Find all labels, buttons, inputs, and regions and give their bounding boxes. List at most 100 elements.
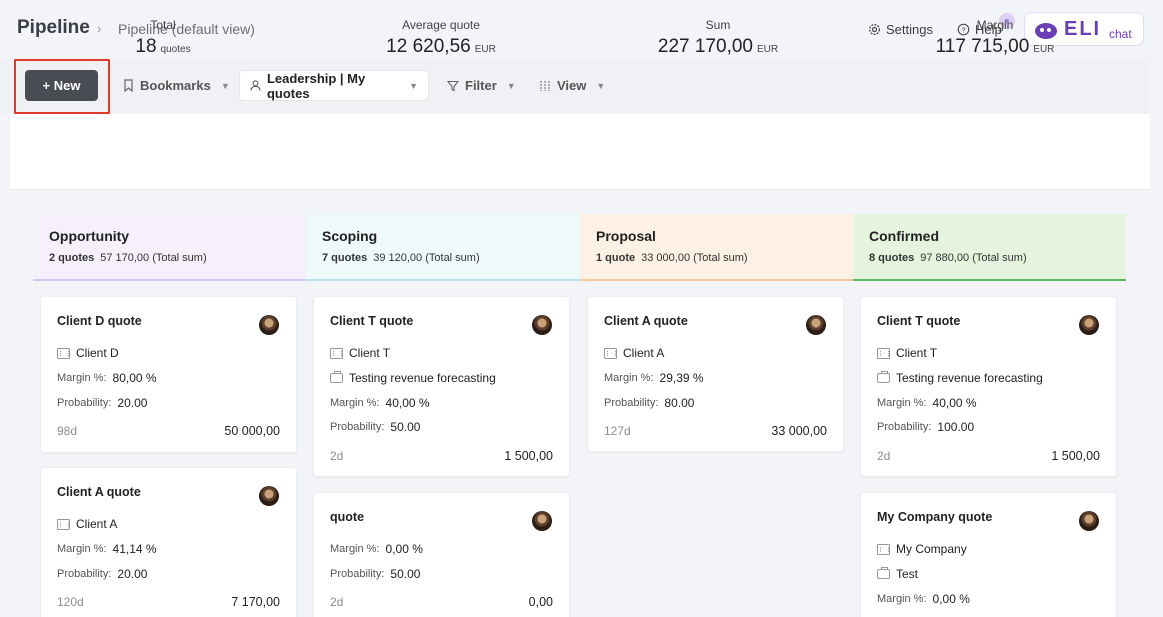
bookmarks-label: Bookmarks bbox=[140, 78, 211, 93]
view-label: View bbox=[557, 78, 587, 93]
probability-label: Probability: bbox=[57, 568, 112, 580]
stat-unit: EUR bbox=[474, 44, 496, 55]
avatar bbox=[1079, 315, 1099, 335]
chevron-down-icon: ▼ bbox=[220, 80, 230, 91]
margin-label: Margin %: bbox=[57, 372, 107, 384]
stat-number: 117 715,00 bbox=[935, 36, 1030, 57]
margin-label: Margin %: bbox=[330, 543, 380, 555]
column-header-confirmed[interactable]: Confirmed 8 quotes 97 880,00 (Total sum) bbox=[853, 214, 1126, 281]
column-header-proposal[interactable]: Proposal 1 quote 33 000,00 (Total sum) bbox=[580, 214, 853, 281]
quote-card[interactable]: My Company quote My Company Test Margin … bbox=[860, 492, 1117, 617]
column-count: 7 quotes bbox=[322, 252, 368, 264]
column-sum: 39 120,00 (Total sum) bbox=[373, 252, 480, 264]
card-margin: Margin %: 80,00 % bbox=[57, 371, 157, 385]
margin-value: 29,39 % bbox=[659, 371, 704, 385]
card-age: 2d bbox=[330, 449, 344, 463]
card-margin: Margin %: 40,00 % bbox=[330, 396, 430, 410]
margin-value: 80,00 % bbox=[112, 371, 157, 385]
project-name: Testing revenue forecasting bbox=[896, 371, 1043, 385]
card-title: My Company quote bbox=[877, 510, 993, 524]
column-sum: 33 000,00 (Total sum) bbox=[641, 252, 748, 264]
card-probability: Probability: 20.00 bbox=[57, 396, 147, 410]
building-icon bbox=[57, 518, 70, 530]
margin-label: Margin %: bbox=[330, 397, 380, 409]
quote-card[interactable]: Client A quote Client A Margin %: 41,14 %… bbox=[40, 467, 297, 617]
stat-number: 12 620,56 bbox=[386, 36, 471, 57]
column-header-opportunity[interactable]: Opportunity 2 quotes 57 170,00 (Total sum… bbox=[33, 214, 306, 281]
filter-icon bbox=[447, 80, 459, 91]
avatar bbox=[532, 315, 552, 335]
card-margin: Margin %: 0,00 % bbox=[330, 542, 423, 556]
bookmarks-dropdown[interactable]: Bookmarks ▼ bbox=[123, 70, 230, 101]
stat-unit: EUR bbox=[756, 44, 779, 55]
column-header-scoping[interactable]: Scoping 7 quotes 39 120,00 (Total sum) bbox=[306, 214, 579, 281]
avatar bbox=[1079, 511, 1099, 531]
probability-label: Probability: bbox=[877, 421, 932, 433]
building-icon bbox=[57, 347, 70, 359]
card-margin: Margin %: 0,00 % bbox=[877, 592, 970, 606]
sliders-icon bbox=[540, 80, 550, 91]
card-project: Testing revenue forecasting bbox=[877, 371, 1043, 385]
margin-value: 40,00 % bbox=[932, 396, 977, 410]
quote-card[interactable]: quote Margin %: 0,00 % Probability: 50.00 … bbox=[313, 492, 570, 617]
quotes-view-selector[interactable]: Leadership | My quotes ▼ bbox=[239, 70, 429, 101]
building-icon bbox=[604, 347, 617, 359]
client-name: Client D bbox=[76, 346, 119, 360]
avatar bbox=[806, 315, 826, 335]
margin-label: Margin %: bbox=[604, 372, 654, 384]
view-dropdown[interactable]: View ▼ bbox=[539, 70, 605, 101]
card-client: Client T bbox=[330, 346, 390, 360]
card-amount: 0,00 bbox=[528, 595, 553, 609]
card-amount: 7 170,00 bbox=[231, 595, 280, 609]
probability-label: Probability: bbox=[57, 397, 112, 409]
filter-dropdown[interactable]: Filter ▼ bbox=[447, 70, 516, 101]
quote-card[interactable]: Client T quote Client T Testing revenue … bbox=[313, 296, 570, 477]
breadcrumb-separator: › bbox=[97, 21, 102, 36]
stat-number: 18 bbox=[135, 36, 157, 57]
card-title: Client T quote bbox=[877, 314, 961, 328]
card-client: Client T bbox=[877, 346, 937, 360]
summary-stats bbox=[10, 114, 1150, 190]
stat-value: 227 170,00 EUR bbox=[643, 36, 793, 58]
card-title: Client A quote bbox=[57, 485, 141, 499]
filter-label: Filter bbox=[465, 78, 497, 93]
card-margin: Margin %: 41,14 % bbox=[57, 542, 157, 556]
client-name: Client T bbox=[349, 346, 391, 360]
chevron-down-icon: ▼ bbox=[409, 80, 418, 91]
quote-card[interactable]: Client D quote Client D Margin %: 80,00 %… bbox=[40, 296, 297, 453]
margin-label: Margin %: bbox=[877, 397, 927, 409]
card-title: Client A quote bbox=[604, 314, 688, 328]
column-title: Proposal bbox=[596, 228, 656, 244]
chevron-down-icon: ▼ bbox=[506, 80, 516, 91]
bookmark-icon bbox=[124, 79, 133, 92]
margin-value: 40,00 % bbox=[385, 396, 430, 410]
probability-label: Probability: bbox=[604, 397, 659, 409]
margin-value: 0,00 % bbox=[385, 542, 423, 556]
new-button[interactable]: + New bbox=[25, 70, 98, 101]
stat-sum: Sum 227 170,00 EUR bbox=[643, 18, 793, 58]
probability-label: Probability: bbox=[330, 421, 385, 433]
briefcase-icon bbox=[877, 567, 890, 579]
stat-value: 12 620,56 EUR bbox=[371, 36, 511, 58]
card-age: 98d bbox=[57, 424, 78, 438]
stat-value: 117 715,00 EUR bbox=[920, 36, 1070, 58]
probability-value: 20.00 bbox=[117, 567, 148, 581]
project-name: Testing revenue forecasting bbox=[349, 371, 496, 385]
column-title: Confirmed bbox=[869, 228, 939, 244]
card-title: Client D quote bbox=[57, 314, 142, 328]
client-name: Client T bbox=[896, 346, 938, 360]
column-count: 1 quote bbox=[596, 252, 636, 264]
card-title: Client T quote bbox=[330, 314, 414, 328]
column-sum: 57 170,00 (Total sum) bbox=[100, 252, 207, 264]
card-client: My Company bbox=[877, 542, 967, 556]
card-client: Client A bbox=[57, 517, 117, 531]
card-probability: Probability: 80.00 bbox=[604, 396, 694, 410]
building-icon bbox=[877, 347, 890, 359]
card-age: 2d bbox=[877, 449, 891, 463]
user-icon bbox=[250, 80, 261, 91]
column-title: Opportunity bbox=[49, 228, 130, 244]
margin-value: 0,00 % bbox=[932, 592, 970, 606]
quote-card[interactable]: Client A quote Client A Margin %: 29,39 %… bbox=[587, 296, 844, 452]
column-summary: 1 quote 33 000,00 (Total sum) bbox=[596, 252, 837, 264]
quote-card[interactable]: Client T quote Client T Testing revenue … bbox=[860, 296, 1117, 477]
